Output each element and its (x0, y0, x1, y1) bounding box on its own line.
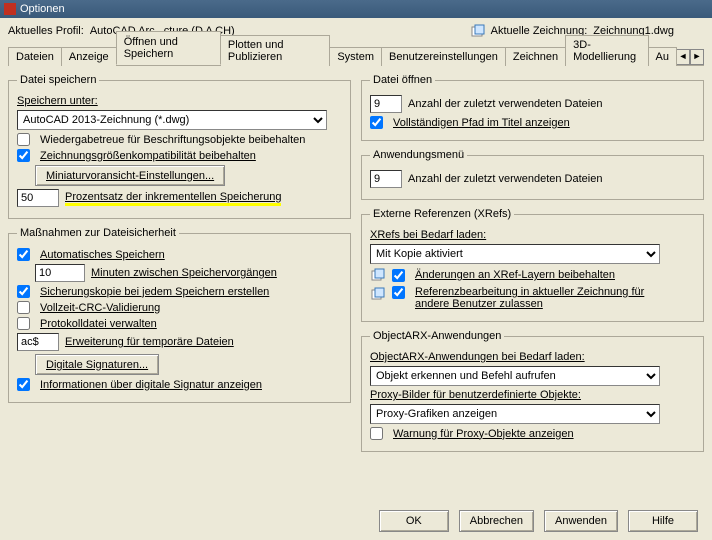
tab-more[interactable]: Au (648, 47, 677, 66)
lbl-crc: Vollzeit-CRC-Validierung (40, 302, 160, 314)
options-dialog: Aktuelles Profil: AutoCAD Arc...cture (D… (0, 18, 712, 540)
chk-xref-refedit[interactable] (392, 286, 405, 299)
lbl-proxy-warn: Warnung für Proxy-Objekte anzeigen (393, 428, 574, 440)
apply-button[interactable]: Anwenden (544, 510, 618, 532)
tab-scroll-right[interactable]: ► (690, 49, 704, 65)
lbl-temp-ext: Erweiterung für temporäre Dateien (65, 336, 234, 348)
lbl-incremental-percent: Prozentsatz der inkrementellen Speicheru… (65, 191, 281, 206)
legend-file-open: Datei öffnen (370, 74, 435, 86)
btn-digital-signatures[interactable]: Digitale Signaturen... (35, 354, 159, 375)
input-temp-ext[interactable] (17, 333, 59, 351)
tab-strip: Dateien Anzeige Öffnen und Speichern Plo… (8, 44, 704, 66)
legend-xrefs: Externe Referenzen (XRefs) (370, 208, 514, 220)
chk-crc[interactable] (17, 301, 30, 314)
input-appmenu-recent[interactable] (370, 170, 402, 188)
tab-system[interactable]: System (329, 47, 382, 66)
right-column: Datei öffnen Anzahl der zuletzt verwende… (361, 74, 704, 496)
lbl-arx-load: ObjectARX-Anwendungen bei Bedarf laden: (370, 351, 585, 363)
lbl-annot-fidelity: Wiedergabetreue für Beschriftungsobjekte… (40, 134, 305, 146)
drawing-icon (370, 267, 386, 283)
chk-backup[interactable] (17, 285, 30, 298)
tab-3d[interactable]: 3D-Modellierung (565, 35, 648, 66)
tab-dateien[interactable]: Dateien (8, 47, 62, 66)
input-incremental-percent[interactable] (17, 189, 59, 207)
lbl-size-compat: Zeichnungsgrößenkompatibilität beibehalt… (40, 150, 256, 162)
chk-autosave[interactable] (17, 248, 30, 261)
profile-label: Aktuelles Profil: (8, 25, 84, 37)
lbl-xref-refedit: Referenzbearbeitung in aktueller Zeichnu… (415, 286, 655, 310)
lbl-fullpath: Vollständigen Pfad im Titel anzeigen (393, 117, 570, 129)
tab-open-save[interactable]: Öffnen und Speichern (116, 31, 221, 65)
groupbox-xrefs: Externe Referenzen (XRefs) XRefs bei Bed… (361, 208, 704, 322)
lbl-open-recent: Anzahl der zuletzt verwendeten Dateien (408, 98, 602, 110)
tab-user[interactable]: Benutzereinstellungen (381, 47, 506, 66)
groupbox-file-open: Datei öffnen Anzahl der zuletzt verwende… (361, 74, 704, 141)
groupbox-arx: ObjectARX-Anwendungen ObjectARX-Anwendun… (361, 330, 704, 452)
groupbox-file-safety: Maßnahmen zur Dateisicherheit Automatisc… (8, 227, 351, 403)
tab-plot[interactable]: Plotten und Publizieren (220, 35, 330, 66)
lbl-backup: Sicherungskopie bei jedem Speichern erst… (40, 286, 269, 298)
content-area: Datei speichern Speichern unter: AutoCAD… (8, 66, 704, 496)
app-icon (4, 3, 16, 15)
combo-proxy-img[interactable]: Proxy-Grafiken anzeigen (370, 404, 660, 424)
lbl-proxy-img: Proxy-Bilder für benutzerdefinierte Obje… (370, 389, 581, 401)
lbl-show-sig: Informationen über digitale Signatur anz… (40, 379, 262, 391)
ok-button[interactable]: OK (379, 510, 449, 532)
combo-xref-load[interactable]: Mit Kopie aktiviert (370, 244, 660, 264)
titlebar: Optionen (0, 0, 712, 18)
dialog-footer: OK Abbrechen Anwenden Hilfe (379, 510, 698, 532)
lbl-appmenu-recent: Anzahl der zuletzt verwendeten Dateien (408, 173, 602, 185)
lbl-log: Protokolldatei verwalten (40, 318, 157, 330)
save-as-label: Speichern unter: (17, 95, 98, 107)
legend-arx: ObjectARX-Anwendungen (370, 330, 504, 342)
titlebar-text: Optionen (20, 3, 65, 15)
chk-size-compat[interactable] (17, 149, 30, 162)
left-column: Datei speichern Speichern unter: AutoCAD… (8, 74, 351, 496)
legend-file-safety: Maßnahmen zur Dateisicherheit (17, 227, 179, 239)
chk-xref-layers[interactable] (392, 269, 405, 282)
lbl-autosave: Automatisches Speichern (40, 249, 165, 261)
input-autosave-minutes[interactable] (35, 264, 85, 282)
lbl-autosave-unit: Minuten zwischen Speichervorgängen (91, 267, 277, 279)
tab-scroll-left[interactable]: ◄ (676, 49, 690, 65)
cancel-button[interactable]: Abbrechen (459, 510, 534, 532)
help-button[interactable]: Hilfe (628, 510, 698, 532)
drawing-icon (471, 24, 485, 38)
chk-fullpath[interactable] (370, 116, 383, 129)
chk-proxy-warn[interactable] (370, 427, 383, 440)
legend-appmenu: Anwendungsmenü (370, 149, 467, 161)
save-as-combo[interactable]: AutoCAD 2013-Zeichnung (*.dwg) (17, 110, 327, 130)
chk-annot-fidelity[interactable] (17, 133, 30, 146)
lbl-xref-load: XRefs bei Bedarf laden: (370, 229, 486, 241)
combo-arx-load[interactable]: Objekt erkennen und Befehl aufrufen (370, 366, 660, 386)
input-open-recent[interactable] (370, 95, 402, 113)
legend-file-save: Datei speichern (17, 74, 99, 86)
chk-show-sig[interactable] (17, 378, 30, 391)
chk-log[interactable] (17, 317, 30, 330)
btn-thumbnail-settings[interactable]: Miniaturvoransicht-Einstellungen... (35, 165, 225, 186)
groupbox-appmenu: Anwendungsmenü Anzahl der zuletzt verwen… (361, 149, 704, 200)
groupbox-file-save: Datei speichern Speichern unter: AutoCAD… (8, 74, 351, 219)
tab-anzeige[interactable]: Anzeige (61, 47, 117, 66)
tab-draw[interactable]: Zeichnen (505, 47, 566, 66)
lbl-xref-layers: Änderungen an XRef-Layern beibehalten (415, 269, 615, 281)
drawing-icon (370, 286, 386, 302)
